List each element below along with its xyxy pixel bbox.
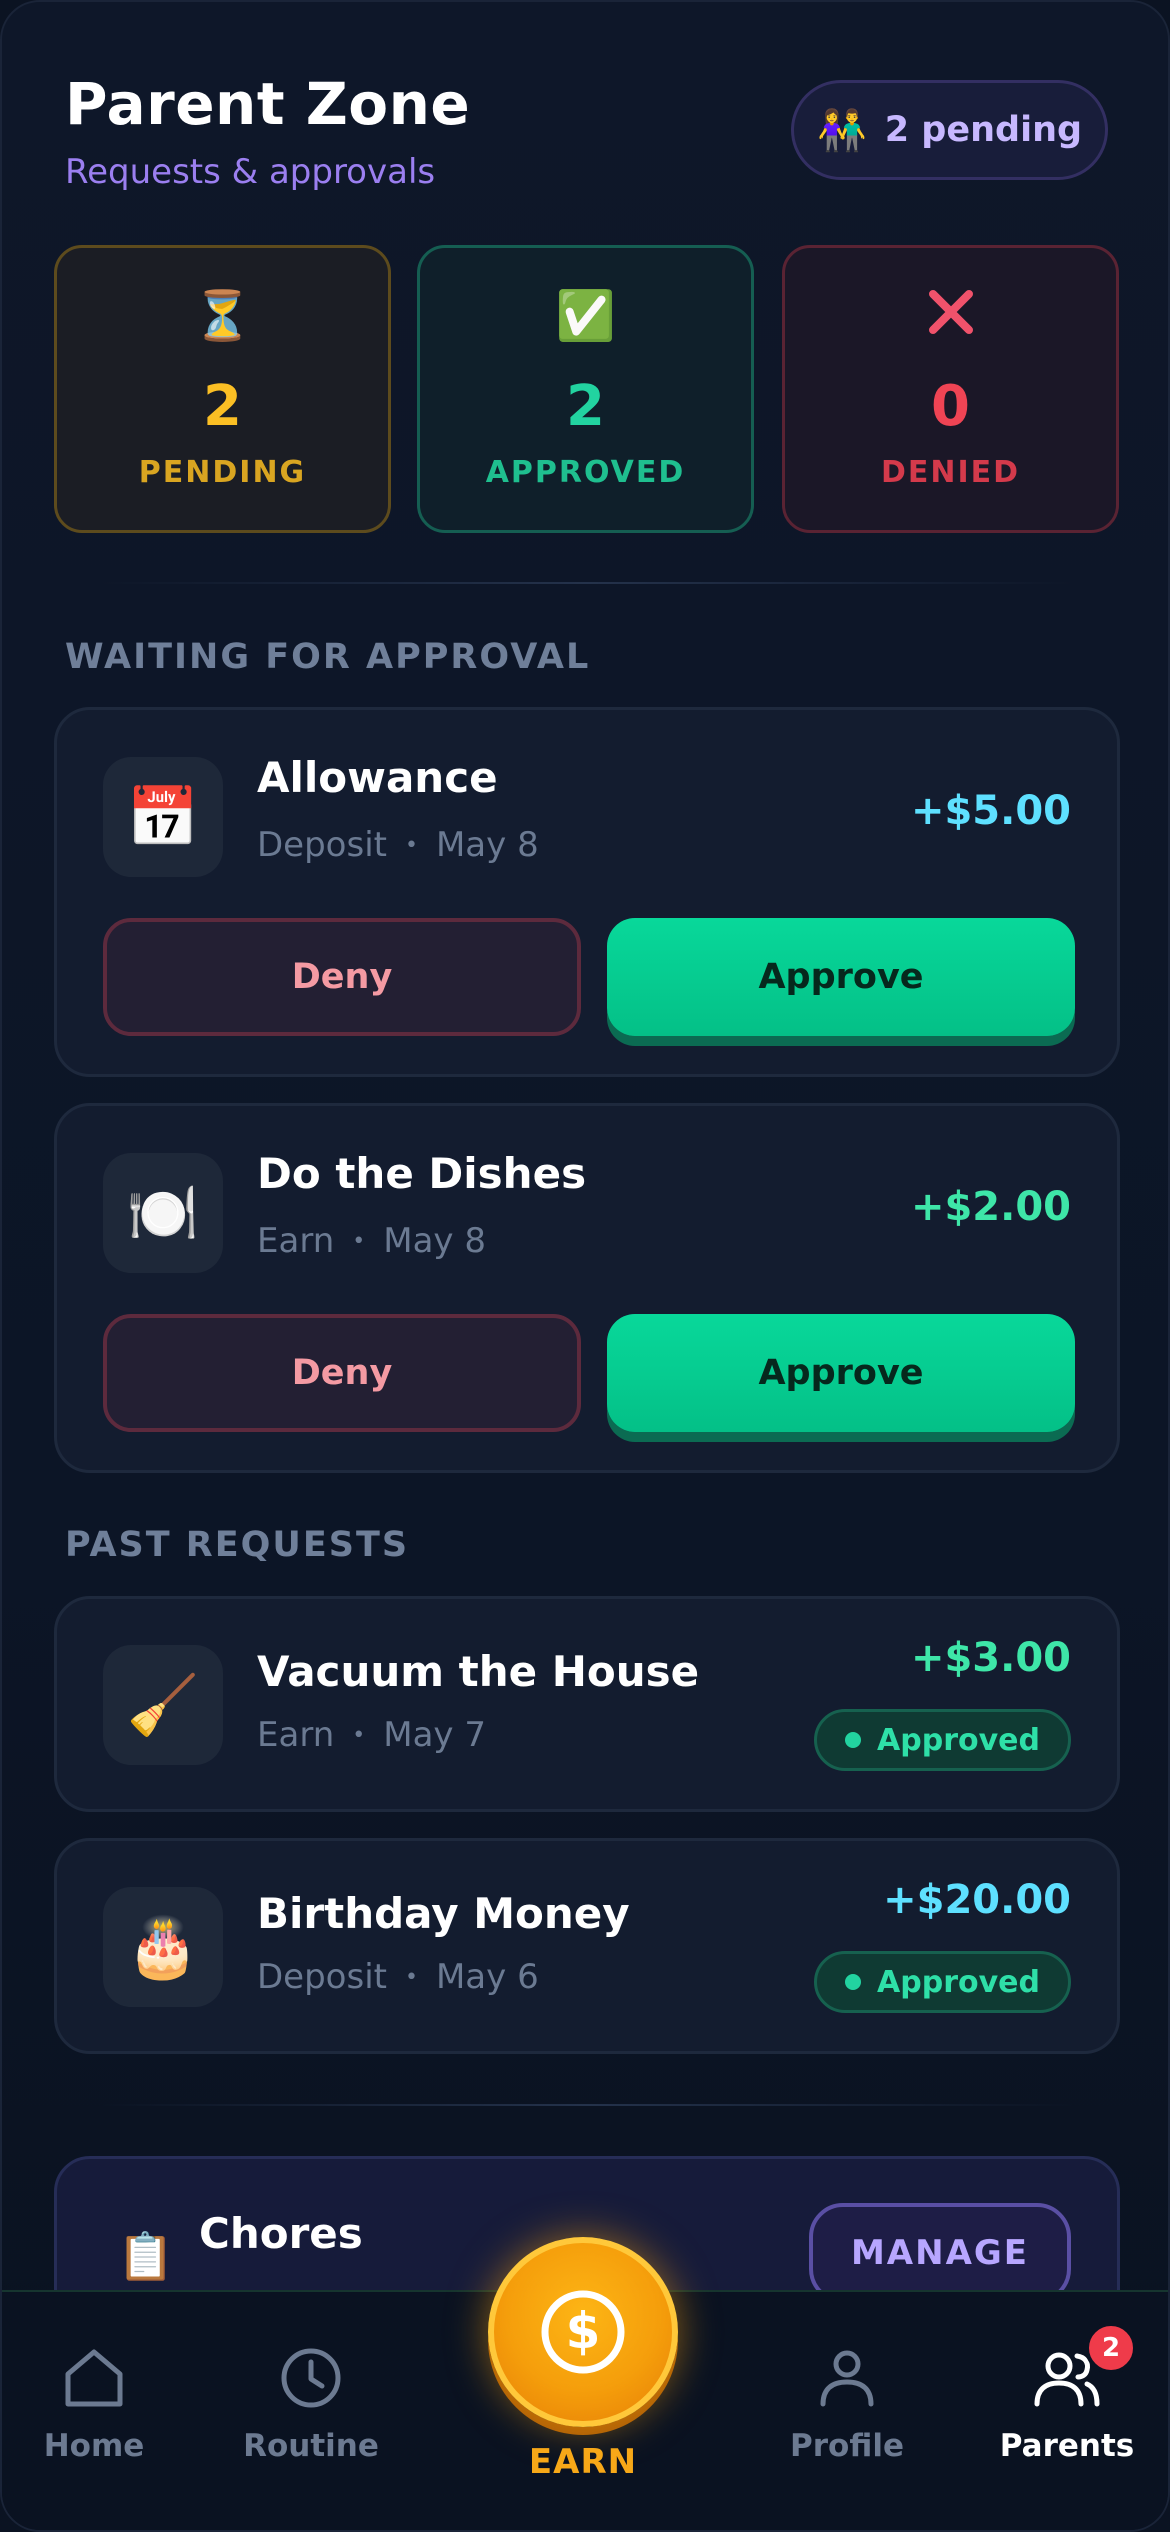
- manage-button[interactable]: MANAGE: [809, 2203, 1071, 2303]
- svg-text:$: $: [566, 2302, 601, 2360]
- divider: [102, 2104, 1072, 2106]
- nav-label: Home: [43, 2428, 145, 2464]
- request-meta: Earn • May 7: [257, 1715, 486, 1755]
- stat-label: DENIED: [880, 455, 1021, 490]
- status-dot: [845, 1732, 862, 1748]
- request-amount: +$2.00: [910, 1184, 1071, 1230]
- nav-routine[interactable]: Routine: [231, 2342, 391, 2464]
- stat-value: 2: [566, 374, 605, 439]
- app-screen: Parent Zone Requests & approvals 👫 2 pen…: [0, 0, 1170, 2532]
- status-dot: [845, 1974, 862, 1990]
- deny-button[interactable]: Deny: [103, 1314, 581, 1432]
- status-label: Approved: [877, 1722, 1040, 1758]
- request-date: May 8: [435, 825, 539, 865]
- section-heading-past: PAST REQUESTS: [65, 1525, 410, 1565]
- past-request-card[interactable]: 🧹 Vacuum the House Earn • May 7 +$3.00 A…: [54, 1596, 1120, 1812]
- clipboard-icon: 📋: [117, 2229, 175, 2283]
- check-icon: ✅: [555, 288, 616, 344]
- divider: [102, 582, 1072, 584]
- separator-dot: •: [352, 1722, 366, 1748]
- request-type: Earn: [257, 1715, 335, 1755]
- notification-badge: 2: [1085, 2322, 1137, 2374]
- stat-label: PENDING: [138, 455, 307, 490]
- earn-button[interactable]: $: [488, 2237, 678, 2427]
- request-type: Earn: [257, 1221, 335, 1261]
- earn-label: EARN: [528, 2442, 638, 2482]
- chores-title: Chores: [199, 2209, 363, 2258]
- pending-count-label: 2 pending: [884, 110, 1083, 150]
- dollar-icon: $: [541, 2290, 625, 2374]
- request-date: May 7: [383, 1715, 486, 1755]
- stat-value: 2: [203, 374, 242, 439]
- request-amount: +$3.00: [910, 1635, 1071, 1681]
- request-date: May 6: [435, 1957, 539, 1997]
- nav-label: Routine: [243, 2428, 379, 2464]
- request-amount: +$5.00: [910, 788, 1071, 834]
- status-badge: Approved: [814, 1709, 1071, 1771]
- request-name: Do the Dishes: [257, 1149, 587, 1198]
- request-date: May 8: [383, 1221, 486, 1261]
- home-icon: [65, 2349, 123, 2407]
- status-label: Approved: [877, 1964, 1040, 2000]
- nav-profile[interactable]: Profile: [767, 2342, 927, 2464]
- section-heading-waiting: WAITING FOR APPROVAL: [65, 637, 591, 677]
- stat-label: APPROVED: [485, 455, 686, 490]
- clock-icon: [281, 2348, 341, 2408]
- request-name: Vacuum the House: [257, 1647, 700, 1696]
- request-meta: Earn • May 8: [257, 1221, 486, 1261]
- nav-label: Profile: [790, 2428, 904, 2464]
- stat-card-denied[interactable]: 0 DENIED: [782, 245, 1119, 533]
- page-title: Parent Zone: [65, 70, 471, 138]
- stat-card-approved[interactable]: ✅ 2 APPROVED: [417, 245, 754, 533]
- separator-dot: •: [352, 1228, 366, 1254]
- request-meta: Deposit • May 6: [257, 1957, 539, 1997]
- request-card: 📅 Allowance Deposit • May 8 +$5.00 Deny …: [54, 707, 1120, 1077]
- person-icon: [820, 2350, 874, 2407]
- request-name: Allowance: [257, 753, 498, 802]
- separator-dot: •: [404, 832, 418, 858]
- approve-button[interactable]: Approve: [607, 1314, 1075, 1432]
- broom-icon: 🧹: [103, 1645, 223, 1765]
- request-name: Birthday Money: [257, 1889, 630, 1938]
- nav-label: Parents: [999, 2428, 1135, 2464]
- cake-icon: 🎂: [103, 1887, 223, 2007]
- request-amount: +$20.00: [883, 1877, 1071, 1923]
- deny-button[interactable]: Deny: [103, 918, 581, 1036]
- calendar-icon: 📅: [103, 757, 223, 877]
- request-card: 🍽️ Do the Dishes Earn • May 8 +$2.00 Den…: [54, 1103, 1120, 1473]
- request-type: Deposit: [257, 1957, 387, 1997]
- stat-value: 0: [931, 374, 970, 439]
- past-request-card[interactable]: 🎂 Birthday Money Deposit • May 6 +$20.00…: [54, 1838, 1120, 2054]
- cross-icon: [925, 286, 977, 346]
- approve-button[interactable]: Approve: [607, 918, 1075, 1036]
- hourglass-icon: ⏳: [192, 288, 253, 344]
- request-type: Deposit: [257, 825, 387, 865]
- separator-dot: •: [404, 1964, 418, 1990]
- page-subtitle: Requests & approvals: [65, 152, 436, 192]
- plate-icon: 🍽️: [103, 1153, 223, 1273]
- stat-card-pending[interactable]: ⏳ 2 PENDING: [54, 245, 391, 533]
- request-meta: Deposit • May 8: [257, 825, 539, 865]
- family-icon: 👫: [816, 107, 867, 154]
- pending-count-pill[interactable]: 👫 2 pending: [791, 80, 1108, 180]
- status-badge: Approved: [814, 1951, 1071, 2013]
- nav-home[interactable]: Home: [14, 2342, 174, 2464]
